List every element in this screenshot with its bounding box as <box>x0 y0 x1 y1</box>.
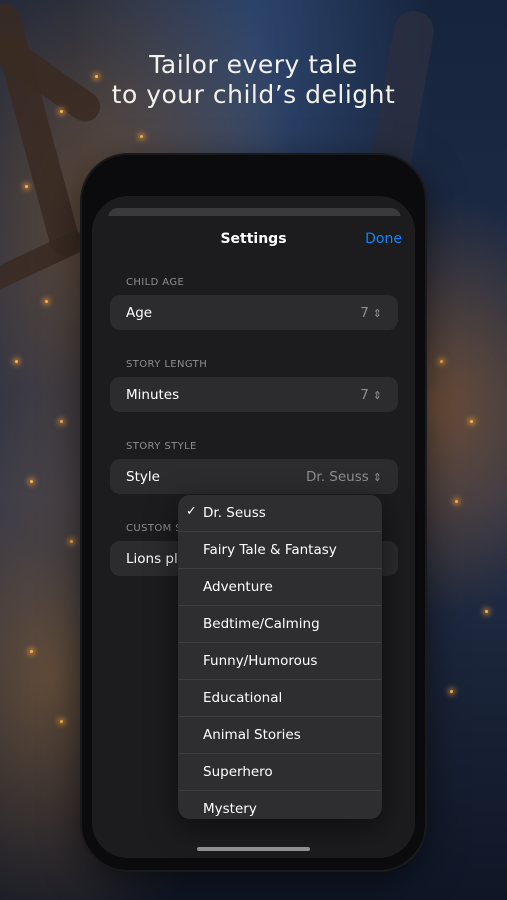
menu-item-label: Mystery <box>203 801 257 817</box>
age-value-text: 7 <box>360 305 369 321</box>
menu-item-animal-stories[interactable]: Animal Stories <box>178 717 382 754</box>
section-header-story-length: STORY LENGTH <box>126 359 208 370</box>
menu-item-dr-seuss[interactable]: ✓ Dr. Seuss <box>178 495 382 532</box>
menu-item-label: Bedtime/Calming <box>203 616 320 632</box>
chevron-up-down-icon: ⇕ <box>372 471 382 484</box>
headline-line-2: to your child’s delight <box>111 80 396 109</box>
menu-item-superhero[interactable]: Superhero <box>178 754 382 791</box>
menu-item-label: Dr. Seuss <box>203 505 266 521</box>
style-value[interactable]: Dr. Seuss ⇕ <box>306 469 382 485</box>
section-header-custom: CUSTOM S <box>126 523 182 534</box>
age-picker-row[interactable]: Age 7 ⇕ <box>110 295 398 330</box>
menu-item-mystery[interactable]: Mystery <box>178 791 382 819</box>
menu-item-fairy-tale[interactable]: Fairy Tale & Fantasy <box>178 532 382 569</box>
headline-line-1: Tailor every tale <box>149 50 358 79</box>
age-value[interactable]: 7 ⇕ <box>360 305 382 321</box>
section-header-story-style: STORY STYLE <box>126 441 197 452</box>
section-header-child-age: CHILD AGE <box>126 277 185 288</box>
menu-item-label: Animal Stories <box>203 727 301 743</box>
chevron-up-down-icon: ⇕ <box>372 389 382 402</box>
style-picker-row[interactable]: Style Dr. Seuss ⇕ <box>110 459 398 494</box>
minutes-label: Minutes <box>126 387 180 403</box>
custom-input-text[interactable]: Lions pla <box>126 551 186 567</box>
tree-branch <box>0 227 90 295</box>
minutes-value[interactable]: 7 ⇕ <box>360 387 382 403</box>
style-value-text: Dr. Seuss <box>305 469 369 485</box>
menu-item-educational[interactable]: Educational <box>178 680 382 717</box>
menu-item-label: Adventure <box>203 579 273 595</box>
minutes-value-text: 7 <box>360 387 369 403</box>
menu-item-label: Superhero <box>203 764 273 780</box>
age-label: Age <box>126 305 153 321</box>
menu-item-adventure[interactable]: Adventure <box>178 569 382 606</box>
menu-item-label: Educational <box>203 690 283 706</box>
style-label: Style <box>126 469 160 485</box>
chevron-up-down-icon: ⇕ <box>372 307 382 320</box>
marketing-headline: Tailor every tale to your child’s deligh… <box>0 50 507 110</box>
home-indicator <box>197 847 310 851</box>
tree-trunk <box>0 0 84 260</box>
menu-item-label: Funny/Humorous <box>203 653 318 669</box>
menu-item-funny[interactable]: Funny/Humorous <box>178 643 382 680</box>
minutes-picker-row[interactable]: Minutes 7 ⇕ <box>110 377 398 412</box>
style-dropdown-menu: ✓ Dr. Seuss Fairy Tale & Fantasy Adventu… <box>178 495 382 819</box>
menu-item-label: Fairy Tale & Fantasy <box>203 542 337 558</box>
checkmark-icon: ✓ <box>186 504 197 519</box>
done-button[interactable]: Done <box>365 231 402 247</box>
menu-item-bedtime[interactable]: Bedtime/Calming <box>178 606 382 643</box>
